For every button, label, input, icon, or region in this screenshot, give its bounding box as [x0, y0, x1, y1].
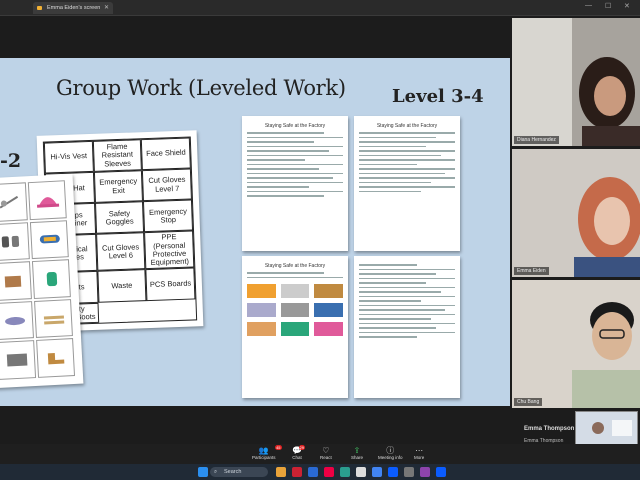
tools-image	[0, 182, 28, 222]
vocabulary-card: PPE (Personal Protective Equipment)	[144, 230, 195, 270]
worksheet-page-4	[354, 256, 460, 398]
app-icon-teal[interactable]	[340, 467, 350, 477]
participant-name: Chu Bang	[514, 398, 543, 406]
window-titlebar: Emma Eiden's screen ✕ — ☐ ✕	[0, 0, 640, 16]
meeting-toolbar: 👥 Participants 45 💬 Chat 29 ♡ React ⇪ Sh…	[0, 444, 640, 464]
gloves-image	[0, 221, 30, 262]
app-icon-purple[interactable]	[420, 467, 430, 477]
participant-tile-2[interactable]: Emma Eiden	[512, 149, 640, 277]
people-icon: 👥	[258, 445, 269, 455]
picture-card-sheet	[0, 173, 84, 389]
circuit-board-image	[0, 340, 37, 380]
vocabulary-card: Emergency Exit	[93, 170, 144, 204]
worksheet-title: Staying Safe at the Factory	[264, 123, 326, 129]
screen-tab[interactable]: Emma Eiden's screen ✕	[33, 2, 113, 14]
vocabulary-card: PCS Boards	[145, 267, 196, 301]
worksheet-page-1: Staying Safe at the Factory	[242, 116, 348, 251]
vocabulary-card: Cut Gloves Level 6	[95, 232, 146, 272]
close-window-icon[interactable]: ✕	[624, 2, 630, 10]
zoom-icon[interactable]	[388, 467, 398, 477]
share-button[interactable]: ⇪ Share	[351, 445, 363, 461]
share-icon: ⇪	[353, 445, 361, 455]
chat-unread-count: 29	[298, 445, 305, 450]
boots-image	[36, 338, 76, 378]
worksheet-page-2: Staying Safe at the Factory	[354, 116, 460, 251]
maximize-icon[interactable]: ☐	[605, 2, 611, 10]
app-icon	[37, 6, 42, 10]
participant-name: Emma Eiden	[514, 267, 549, 275]
vocabulary-card: Cut Gloves Level 7	[142, 168, 192, 202]
participant-video	[512, 149, 640, 277]
goggles-image	[29, 219, 69, 260]
app-icon-gray[interactable]	[404, 467, 414, 477]
vocabulary-card: Safety Goggles	[94, 201, 145, 235]
participant-video	[512, 280, 640, 408]
participants-button[interactable]: 👥 Participants 45	[252, 445, 282, 460]
meeting-app-icon[interactable]	[436, 467, 446, 477]
search-icon: ⌕	[214, 469, 218, 475]
participant-name: Diana Hernandez	[514, 136, 559, 144]
pallet-image	[34, 298, 73, 339]
taskbar-search[interactable]: ⌕ Search	[210, 467, 268, 477]
level-label: Level 3-4	[392, 86, 484, 107]
vocabulary-card: Emergency Stop	[143, 199, 194, 233]
participant-tile-1[interactable]: Diana Hernandez	[512, 18, 640, 146]
slide-title: Group Work (Leveled Work)	[56, 76, 346, 100]
windows-taskbar: ⌕ Search	[0, 464, 640, 480]
participant-tile-3[interactable]: Chu Bang	[512, 280, 640, 408]
app-icon-red[interactable]	[292, 467, 302, 477]
participant-video	[512, 18, 640, 146]
more-button[interactable]: ⋯ More	[414, 445, 424, 461]
box-image	[0, 261, 32, 301]
goggles-image-2	[0, 300, 35, 341]
worksheet-page-3: Staying Safe at the Factory	[242, 256, 348, 398]
file-explorer-icon[interactable]	[276, 467, 286, 477]
browser-icon[interactable]	[356, 467, 366, 477]
chat-button[interactable]: 💬 Chat 29	[292, 445, 305, 460]
vocabulary-card: Waste	[97, 269, 147, 303]
self-view-video	[576, 412, 637, 444]
info-icon: ⓘ	[386, 445, 395, 455]
vocabulary-card: Flame Resistant Sleeves	[92, 139, 143, 173]
worksheet-title-2: Staying Safe at the Factory	[376, 123, 438, 129]
app-icon-blue[interactable]	[308, 467, 318, 477]
hard-hat-image	[27, 180, 67, 220]
windows-start-icon[interactable]	[198, 467, 208, 477]
partial-level-label: -2	[0, 150, 22, 172]
meeting-info-button[interactable]: ⓘ Meeting info	[378, 445, 403, 461]
close-tab-icon[interactable]: ✕	[104, 2, 109, 14]
app-icon-pink[interactable]	[324, 467, 334, 477]
picture-grid	[0, 180, 76, 380]
vocabulary-card: Face Shield	[141, 137, 191, 171]
chemical-gloves-image	[31, 259, 71, 299]
tab-title: Emma Eiden's screen	[47, 5, 101, 11]
active-speaker-name: Emma Thompson	[524, 426, 575, 432]
participants-count: 45	[275, 445, 282, 450]
more-icon: ⋯	[415, 445, 424, 455]
heart-icon: ♡	[322, 445, 330, 455]
worksheet-title-3: Staying Safe at the Factory	[264, 263, 326, 269]
minimize-icon[interactable]: —	[585, 2, 592, 9]
self-view-tile[interactable]	[575, 411, 638, 445]
react-button[interactable]: ♡ React	[320, 445, 332, 461]
shared-screen: Group Work (Leveled Work) Level 3-4 -2 H…	[0, 58, 510, 406]
chrome-icon[interactable]	[372, 467, 382, 477]
vocabulary-card: Hi-Vis Vest	[43, 140, 94, 174]
